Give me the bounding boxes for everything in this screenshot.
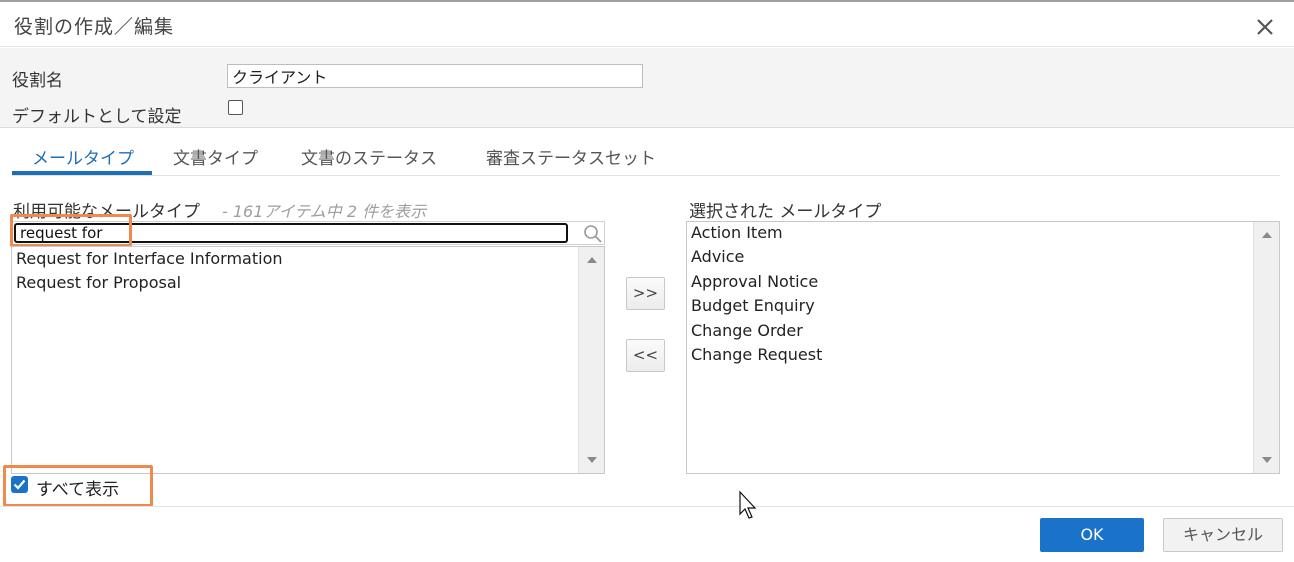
list-item[interactable]: Advice (691, 247, 744, 266)
search-icon[interactable] (583, 224, 603, 244)
remove-selected-button[interactable]: << (626, 339, 665, 372)
list-item[interactable]: Action Item (691, 223, 783, 242)
scroll-up-icon[interactable] (587, 257, 597, 263)
role-name-label: 役割名 (12, 71, 63, 91)
selected-list[interactable]: Action Item Advice Approval Notice Budge… (686, 221, 1280, 474)
footer-divider (0, 506, 1294, 507)
tab-document-status[interactable]: 文書のステータス (301, 144, 437, 169)
list-item[interactable]: Request for Proposal (16, 273, 181, 292)
tab-document-type[interactable]: 文書タイプ (173, 144, 258, 169)
role-properties: 役割名 デフォルトとして設定 (0, 48, 1294, 128)
selected-scrollbar[interactable] (1253, 222, 1279, 473)
tab-bar: メールタイプ 文書タイプ 文書のステータス 審査ステータスセット (12, 134, 1280, 176)
list-item[interactable]: Request for Interface Information (16, 249, 283, 268)
dialog-title: 役割の作成／編集 (14, 16, 175, 38)
show-all-highlight (3, 465, 153, 507)
list-item[interactable]: Change Request (691, 345, 822, 364)
role-name-input[interactable] (227, 64, 643, 88)
default-label: デフォルトとして設定 (12, 107, 182, 127)
ok-button[interactable]: OK (1040, 518, 1144, 552)
list-item[interactable]: Change Order (691, 321, 803, 340)
default-checkbox[interactable] (228, 100, 243, 115)
selected-list-label: 選択された メールタイプ (689, 202, 882, 222)
close-icon[interactable] (1252, 14, 1278, 40)
list-item[interactable]: Approval Notice (691, 272, 818, 291)
available-count: - 161アイテム中 2 件を表示 (222, 202, 427, 221)
available-list[interactable]: Request for Interface Information Reques… (11, 246, 605, 474)
tab-review-status-set[interactable]: 審査ステータスセット (486, 144, 656, 169)
scroll-down-icon[interactable] (1262, 457, 1272, 463)
scroll-down-icon[interactable] (587, 457, 597, 463)
dialog-header: 役割の作成／編集 (0, 2, 1294, 47)
add-selected-button[interactable]: >> (626, 277, 665, 310)
available-scrollbar[interactable] (578, 247, 604, 473)
tab-mail-type[interactable]: メールタイプ (32, 144, 134, 169)
cancel-button[interactable]: キャンセル (1163, 518, 1283, 552)
search-highlight (10, 214, 132, 247)
mouse-cursor-icon (739, 490, 757, 519)
active-tab-indicator (12, 171, 152, 175)
list-item[interactable]: Budget Enquiry (691, 296, 815, 315)
scroll-up-icon[interactable] (1262, 232, 1272, 238)
